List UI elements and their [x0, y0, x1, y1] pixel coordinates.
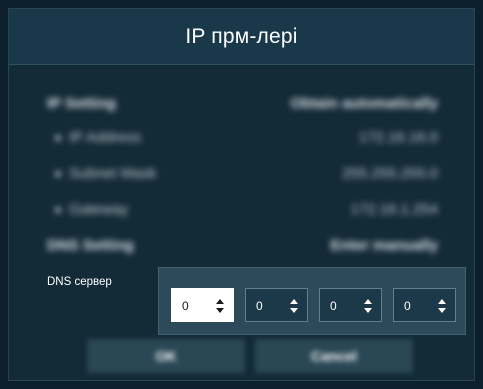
dialog-header: IP прм-лері: [9, 9, 474, 65]
cancel-button[interactable]: Cancel: [255, 339, 413, 373]
dialog-button-bar: OK Cancel: [9, 335, 474, 377]
cancel-button-label: Cancel: [311, 348, 357, 364]
blurred-settings-list: IP Setting Obtain automatically IP Addre…: [9, 65, 474, 265]
gateway-value: 172.16.1.254: [350, 201, 438, 218]
up-down-arrows-icon[interactable]: [216, 299, 224, 313]
bullet-icon: [55, 135, 61, 141]
ip-address-value: 172.16.16.0: [358, 129, 438, 146]
ip-setting-label: IP Setting: [47, 95, 116, 112]
gateway-label: Gateway: [69, 201, 129, 218]
dns-server-label: DNS сервер: [47, 276, 112, 288]
ip-setting-value: Obtain automatically: [290, 95, 438, 112]
dns-octet-1-value: 0: [182, 299, 189, 313]
dns-octet-4-value: 0: [404, 299, 411, 313]
bullet-icon: [55, 207, 61, 213]
dns-octet-2-value: 0: [256, 299, 263, 313]
ip-settings-dialog: IP прм-лері IP Setting Obtain automatica…: [8, 8, 475, 381]
bullet-icon: [55, 171, 61, 177]
dns-setting-value: Enter manually: [330, 237, 438, 254]
subnet-label: Subnet Mask: [69, 165, 157, 182]
up-down-arrows-icon[interactable]: [364, 299, 372, 313]
subnet-value: 255.255.255.0: [342, 165, 438, 182]
dns-octet-3-field[interactable]: 0: [319, 288, 382, 322]
dns-octet-4-field[interactable]: 0: [393, 288, 456, 322]
dns-octet-2-field[interactable]: 0: [245, 288, 308, 322]
ip-address-label: IP Address: [69, 129, 142, 146]
dns-octet-1-field[interactable]: 0: [171, 288, 234, 322]
ok-button-label: OK: [155, 348, 177, 364]
dialog-title: IP прм-лері: [185, 24, 298, 48]
up-down-arrows-icon[interactable]: [290, 299, 298, 313]
dns-server-input-panel: 0 0 0 0: [158, 267, 466, 335]
up-down-arrows-icon[interactable]: [438, 299, 446, 313]
dns-octet-3-value: 0: [330, 299, 337, 313]
dns-setting-label: DNS Setting: [47, 237, 134, 254]
ok-button[interactable]: OK: [87, 339, 245, 373]
